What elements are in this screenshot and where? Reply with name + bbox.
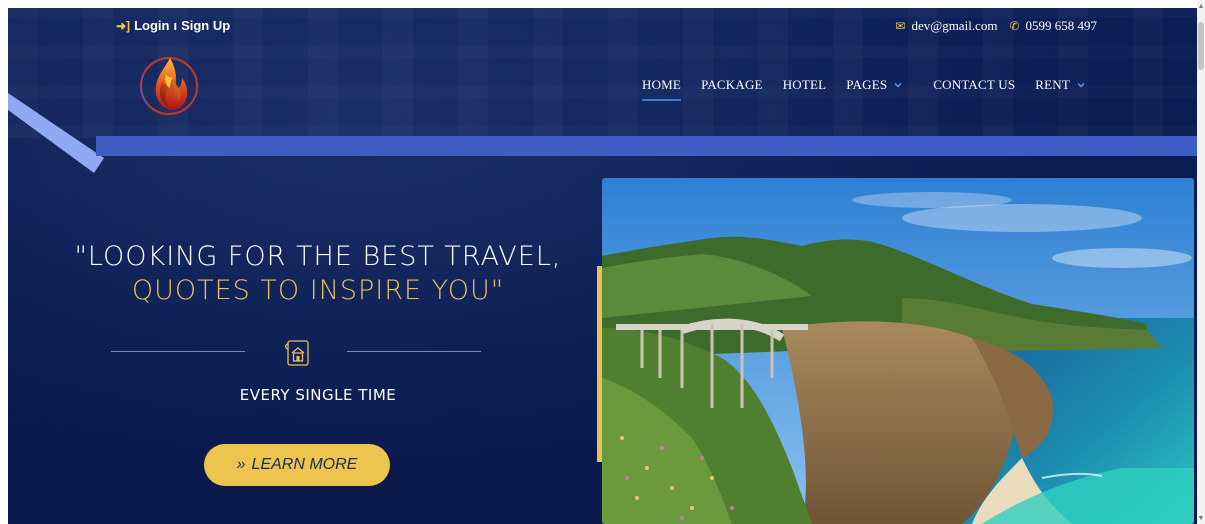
site-logo[interactable] bbox=[136, 48, 202, 124]
nav-home-label: HOME bbox=[642, 77, 682, 92]
hero-headline: "LOOKING FOR THE BEST TRAVEL, QUOTES TO … bbox=[48, 240, 588, 308]
chevron-down-icon bbox=[894, 82, 902, 88]
house-scroll-icon bbox=[285, 340, 309, 366]
nav-rent[interactable]: RENT bbox=[1035, 77, 1086, 93]
divider-line-right bbox=[347, 351, 481, 352]
nav-contact-us[interactable]: CONTACT US bbox=[933, 77, 1015, 93]
nav-hotel[interactable]: HOTEL bbox=[783, 77, 827, 93]
email-link[interactable]: dev@gmail.com bbox=[911, 18, 997, 34]
contact-info: ✉ dev@gmail.com ✆ 0599 658 497 bbox=[895, 18, 1097, 34]
envelope-icon: ✉ bbox=[895, 18, 906, 33]
nav-pages-label: PAGES bbox=[846, 77, 888, 92]
ornament-divider bbox=[111, 339, 481, 369]
scroll-down-icon[interactable]: ▼ bbox=[1197, 514, 1205, 522]
nav-package-label: PACKAGE bbox=[701, 77, 763, 92]
headline-line-1: "LOOKING FOR THE BEST TRAVEL, bbox=[74, 241, 562, 272]
nav-contact-us-label: CONTACT US bbox=[933, 77, 1016, 92]
phone-link[interactable]: 0599 658 497 bbox=[1026, 18, 1098, 34]
headline-line-2: QUOTES TO INSPIRE YOU" bbox=[131, 275, 505, 306]
header-band bbox=[96, 136, 1197, 156]
chevron-down-icon bbox=[1077, 82, 1085, 88]
nav-package[interactable]: PACKAGE bbox=[701, 77, 763, 93]
double-chevron-right-icon: » bbox=[236, 456, 246, 473]
scroll-up-icon[interactable]: ▲ bbox=[1197, 2, 1205, 10]
scroll-thumb[interactable] bbox=[1198, 22, 1204, 70]
hero-section: ➜] Login ı Sign Up ✉ dev@gmail.com ✆ 059… bbox=[8, 8, 1197, 524]
learn-more-button[interactable]: » LEARN MORE bbox=[204, 444, 390, 486]
nav-home[interactable]: HOME bbox=[642, 77, 682, 101]
scrollbar[interactable]: ▲ ▼ bbox=[1197, 0, 1205, 524]
divider-line-left bbox=[111, 351, 245, 352]
signup-link[interactable]: Sign Up bbox=[181, 18, 230, 33]
nav-pages[interactable]: PAGES bbox=[846, 77, 903, 93]
hero-tagline: EVERY SINGLE TIME bbox=[239, 386, 397, 404]
nav-rent-label: RENT bbox=[1035, 77, 1071, 92]
main-nav: HOME PACKAGE HOTEL PAGES CONTACT US RENT bbox=[642, 77, 1106, 101]
learn-more-label: LEARN MORE bbox=[251, 456, 358, 473]
nav-hotel-label: HOTEL bbox=[782, 77, 827, 92]
auth-separator: ı bbox=[173, 18, 178, 33]
coastal-bridge-photo bbox=[602, 178, 1194, 524]
phone-icon: ✆ bbox=[1009, 18, 1020, 33]
